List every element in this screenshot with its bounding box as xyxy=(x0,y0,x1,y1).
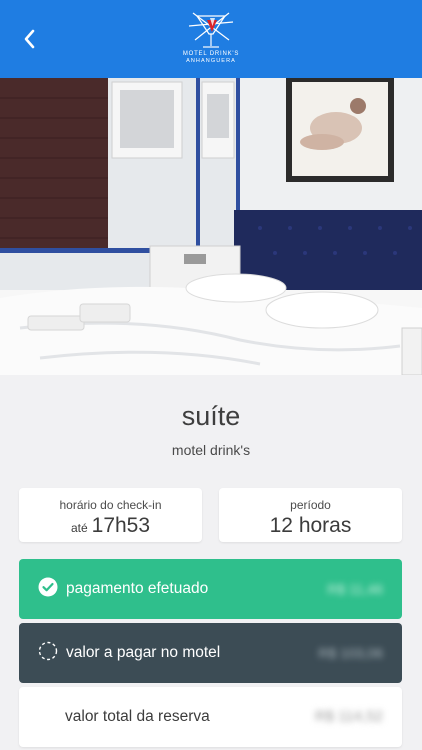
suite-name: suíte xyxy=(181,401,241,431)
chevron-left-icon xyxy=(24,29,35,49)
payment-made-amount: R$ 11,46 xyxy=(327,581,383,597)
period-card: período 12 horas xyxy=(219,488,402,542)
total-amount: R$ 114,52 xyxy=(314,708,383,725)
back-button[interactable] xyxy=(14,24,44,54)
payment-made-label: pagamento efetuado xyxy=(66,580,209,597)
checkin-card: horário do check-in até 17h53 xyxy=(19,488,202,542)
checkin-time: 17h53 xyxy=(91,514,151,537)
period-label: período xyxy=(290,498,331,512)
total-row: valor total da reserva R$ 114,52 xyxy=(19,687,402,747)
period-hours: 12 horas xyxy=(269,514,352,537)
check-circle-icon xyxy=(38,577,58,597)
motel-logo: MOTEL DRINK'S ANHANGUERA xyxy=(175,10,247,70)
checkin-label: horário do check-in xyxy=(59,498,162,512)
period-value: 12 horas xyxy=(219,514,402,540)
suite-photo xyxy=(0,78,422,375)
checkin-prefix: até xyxy=(70,521,88,535)
amount-due-label: valor a pagar no motel xyxy=(66,644,221,661)
suite-photo-illustration xyxy=(0,78,422,375)
top-bar: MOTEL DRINK'S ANHANGUERA xyxy=(0,0,422,78)
amount-due-value: R$ 103,06 xyxy=(318,645,383,661)
checkin-value: até 17h53 xyxy=(19,514,202,540)
total-label: valor total da reserva xyxy=(65,708,210,725)
dashed-circle-icon xyxy=(38,641,58,661)
logo-text-top: MOTEL DRINK'S xyxy=(182,51,240,57)
glass-logo-icon xyxy=(188,12,234,48)
amount-due-row: valor a pagar no motel R$ 103,06 xyxy=(19,623,402,683)
logo-text-bottom: ANHANGUERA xyxy=(186,58,236,64)
payment-made-row: pagamento efetuado R$ 11,46 xyxy=(19,559,402,619)
motel-name: motel drink's xyxy=(171,442,251,458)
